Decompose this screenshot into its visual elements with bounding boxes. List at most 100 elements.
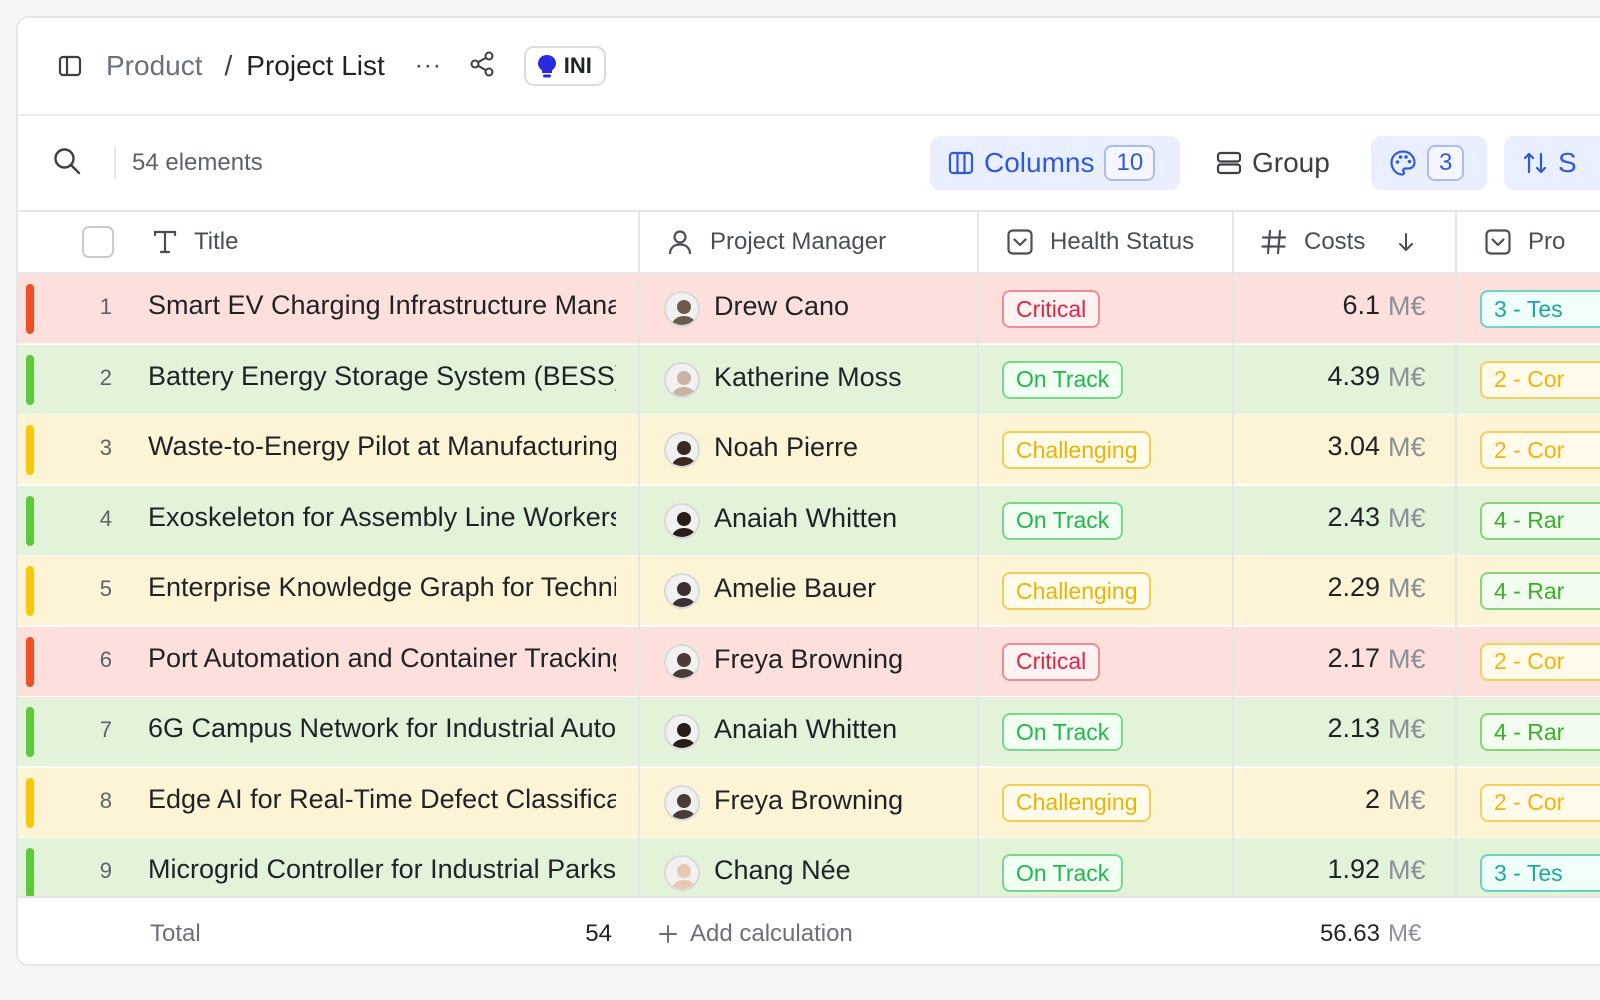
columns-count-badge: 10 [1104, 145, 1156, 181]
select-all-checkbox[interactable] [82, 226, 114, 258]
phase-badge[interactable]: 3 - Tes [1480, 290, 1600, 328]
table-row[interactable]: 7 6G Campus Network for Industrial Autom… [18, 697, 1600, 767]
row-number: 4 [99, 505, 112, 531]
project-manager-name[interactable]: Freya Browning [714, 644, 903, 675]
element-count: 54 elements [132, 149, 263, 176]
column-header-costs[interactable]: Costs [1260, 212, 1417, 272]
more-options-button[interactable]: ··· [415, 52, 442, 80]
health-status-badge[interactable]: On Track [1002, 360, 1124, 399]
cost-unit: M€ [1388, 502, 1426, 533]
column-header-title-label: Title [194, 228, 239, 255]
health-status-badge[interactable]: On Track [1002, 713, 1124, 751]
avatar [664, 291, 700, 327]
sort-descending-icon[interactable] [1395, 231, 1417, 253]
project-manager-name[interactable]: Katherine Moss [714, 362, 902, 393]
avatar [664, 502, 700, 539]
project-manager-name[interactable]: Freya Browning [714, 785, 903, 816]
sort-button[interactable]: S [1504, 136, 1600, 190]
toolbar: 54 elements Columns 10 Group 3 S [18, 116, 1600, 212]
project-title[interactable]: Smart EV Charging Infrastructure Managem… [148, 290, 616, 321]
table-row[interactable]: 1 Smart EV Charging Infrastructure Manag… [18, 274, 1600, 344]
column-header-title[interactable]: Title [152, 212, 238, 272]
row-color-indicator [26, 848, 34, 896]
table-row[interactable]: 8 Edge AI for Real-Time Defect Classific… [18, 767, 1600, 838]
project-title[interactable]: Exoskeleton for Assembly Line Workers [148, 502, 616, 533]
avatar [664, 855, 700, 891]
row-number: 9 [99, 858, 112, 883]
project-title[interactable]: Microgrid Controller for Industrial Park… [148, 854, 616, 885]
health-status-badge[interactable]: Critical [1002, 642, 1101, 681]
column-header-phase[interactable]: Pro [1484, 212, 1565, 272]
color-rules-button[interactable]: 3 [1371, 136, 1487, 190]
initiative-tag[interactable]: INI [523, 46, 606, 86]
phase-badge[interactable]: 4 - Rar [1480, 501, 1600, 540]
person-icon [668, 230, 692, 255]
add-calculation-button[interactable]: Add calculation [658, 920, 853, 948]
phase-badge[interactable]: 4 - Rar [1480, 572, 1600, 610]
phase-badge[interactable]: 2 - Cor [1480, 783, 1600, 822]
breadcrumb-product[interactable]: Product [106, 50, 203, 82]
select-type-icon [1485, 229, 1511, 255]
share-icon[interactable] [468, 50, 496, 83]
column-header-health-status[interactable]: Health Status [1006, 212, 1194, 272]
project-title[interactable]: 6G Campus Network for Industrial Automat… [148, 713, 616, 744]
health-status-badge[interactable]: On Track [1002, 854, 1124, 892]
row-number: 8 [99, 787, 112, 813]
page-title: Project List [246, 50, 385, 81]
project-title[interactable]: Edge AI for Real-Time Defect Classificat… [148, 784, 616, 815]
row-color-indicator [26, 636, 34, 687]
columns-label: Columns [984, 147, 1095, 178]
health-status-badge[interactable]: Challenging [1002, 783, 1152, 822]
sidebar-toggle-icon[interactable] [56, 52, 84, 80]
row-number: 5 [99, 576, 112, 601]
project-manager-name[interactable]: Chang Née [714, 855, 851, 886]
column-divider [638, 212, 640, 964]
health-status-badge[interactable]: Challenging [1002, 431, 1152, 469]
project-title[interactable]: Battery Energy Storage System (BESS) [148, 361, 616, 392]
avatar [664, 784, 700, 821]
row-color-indicator [26, 495, 34, 546]
column-header-project-manager-label: Project Manager [710, 228, 887, 255]
table-row[interactable]: 5 Enterprise Knowledge Graph for Technic… [18, 556, 1600, 626]
select-type-icon [1007, 229, 1033, 255]
add-calculation-label: Add calculation [690, 920, 853, 947]
project-manager-name[interactable]: Amelie Bauer [714, 573, 876, 604]
phase-badge[interactable]: 4 - Rar [1480, 713, 1600, 751]
column-divider [1455, 212, 1457, 964]
health-status-badge[interactable]: On Track [1002, 501, 1124, 540]
table-body: 1 Smart EV Charging Infrastructure Manag… [18, 274, 1600, 896]
table-row[interactable]: 4 Exoskeleton for Assembly Line Workers … [18, 485, 1600, 556]
table-row[interactable]: 9 Microgrid Controller for Industrial Pa… [18, 838, 1600, 896]
project-manager-name[interactable]: Anaiah Whitten [714, 714, 897, 745]
color-rules-count-badge: 3 [1427, 145, 1465, 181]
health-status-badge[interactable]: Critical [1002, 290, 1101, 328]
column-header-phase-label: Pro [1528, 228, 1566, 255]
column-divider [1232, 212, 1234, 964]
cost-unit: M€ [1388, 573, 1426, 603]
cost-unit: M€ [1388, 714, 1426, 744]
avatar [664, 432, 700, 468]
health-status-badge[interactable]: Challenging [1002, 572, 1152, 610]
columns-button[interactable]: Columns 10 [930, 136, 1180, 190]
table-row[interactable]: 3 Waste-to-Energy Pilot at Manufacturing… [18, 415, 1600, 485]
table-row[interactable]: 2 Battery Energy Storage System (BESS) K… [18, 344, 1600, 415]
phase-badge[interactable]: 2 - Cor [1480, 642, 1600, 681]
project-manager-name[interactable]: Anaiah Whitten [714, 503, 897, 534]
phase-badge[interactable]: 2 - Cor [1480, 431, 1600, 469]
cost-value: 2 [1364, 783, 1380, 814]
row-color-indicator [26, 707, 34, 757]
toolbar-divider [114, 147, 116, 179]
column-header-project-manager[interactable]: Project Manager [666, 212, 886, 272]
cost-value: 1.92 [1327, 854, 1380, 884]
project-title[interactable]: Enterprise Knowledge Graph for Technical [148, 572, 616, 603]
project-title[interactable]: Port Automation and Container Tracking [148, 643, 616, 674]
phase-badge[interactable]: 3 - Tes [1480, 854, 1600, 892]
project-manager-name[interactable]: Noah Pierre [714, 432, 858, 463]
sort-label: S [1558, 147, 1577, 178]
table-row[interactable]: 6 Port Automation and Container Tracking… [18, 626, 1600, 697]
project-title[interactable]: Waste-to-Energy Pilot at Manufacturing [148, 431, 616, 462]
phase-badge[interactable]: 2 - Cor [1480, 360, 1600, 399]
search-icon[interactable] [52, 146, 82, 181]
project-manager-name[interactable]: Drew Cano [714, 291, 849, 322]
group-button[interactable]: Group [1198, 136, 1348, 190]
